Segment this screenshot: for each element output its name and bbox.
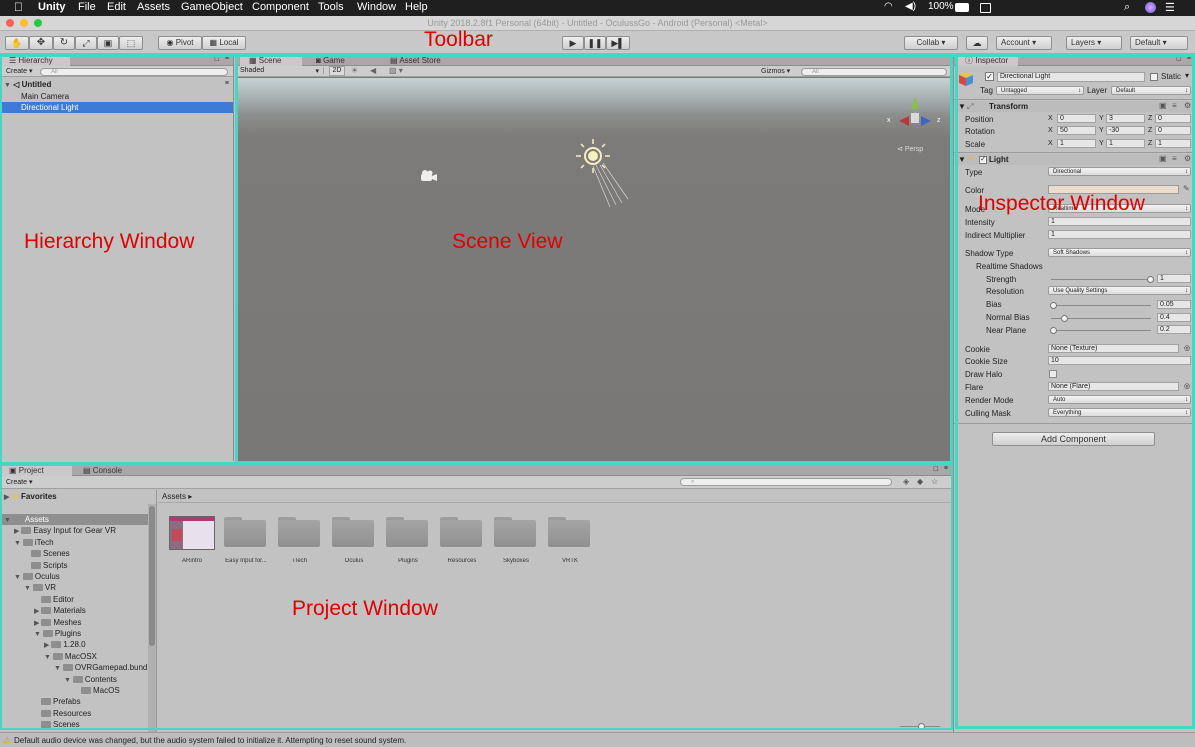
pivot-label: Pivot xyxy=(175,38,194,47)
menu-help[interactable]: Help xyxy=(405,1,428,13)
window-title-bar: Unity 2018.2.8f1 Personal (64bit) - Unti… xyxy=(0,16,1195,31)
notification-center-icon[interactable]: ☰ xyxy=(1165,1,1175,14)
project-annotation: Project Window xyxy=(292,597,438,620)
account-dropdown[interactable]: Account ▾ xyxy=(996,36,1052,50)
transform-tool-icon[interactable]: ⬚ xyxy=(119,36,143,50)
toolbar: ✋ ✥ ↻ ⤢ ▣ ⬚ ◉ Pivot ▦ Local ▶ ❚❚ ▶▌ Coll… xyxy=(0,31,1195,55)
step-button[interactable]: ▶▌ xyxy=(606,36,630,50)
scale-tool-icon[interactable]: ⤢ xyxy=(75,36,97,50)
app-menu[interactable]: Unity xyxy=(38,1,66,13)
toolbar-annotation: Toolbar xyxy=(424,28,493,51)
macos-menu-bar:  Unity File Edit Assets GameObject Comp… xyxy=(0,0,1195,16)
scene-highlight-box xyxy=(235,54,953,464)
layout-label: Default xyxy=(1135,38,1161,47)
hierarchy-highlight-box xyxy=(0,54,237,464)
status-bar[interactable]: ⚠ Default audio device was changed, but … xyxy=(0,732,1195,747)
rotate-tool-icon[interactable]: ↻ xyxy=(53,36,75,50)
hierarchy-annotation: Hierarchy Window xyxy=(24,230,195,253)
move-tool-icon[interactable]: ✥ xyxy=(29,36,53,50)
warning-icon: ⚠ xyxy=(3,735,12,745)
pivot-icon: ◉ xyxy=(166,38,176,47)
pause-button[interactable]: ❚❚ xyxy=(584,36,606,50)
hand-tool-icon[interactable]: ✋ xyxy=(5,36,29,50)
inspector-highlight-box xyxy=(955,54,1195,729)
menu-window[interactable]: Window xyxy=(357,1,396,13)
local-icon: ▦ xyxy=(209,38,220,47)
scene-annotation: Scene View xyxy=(452,230,563,253)
status-message: Default audio device was changed, but th… xyxy=(14,736,407,745)
window-title: Unity 2018.2.8f1 Personal (64bit) - Unti… xyxy=(427,18,768,28)
inspector-annotation: Inspector Window xyxy=(978,192,1145,215)
menu-gameobject[interactable]: GameObject xyxy=(181,1,243,13)
menu-edit[interactable]: Edit xyxy=(107,1,126,13)
battery-percent: 100% xyxy=(928,1,954,12)
calendar-icon[interactable] xyxy=(980,3,991,13)
layers-label: Layers xyxy=(1071,38,1096,47)
rect-tool-icon[interactable]: ▣ xyxy=(97,36,119,50)
layout-dropdown[interactable]: Default ▾ xyxy=(1130,36,1188,50)
siri-icon[interactable] xyxy=(1145,2,1156,13)
account-label: Account xyxy=(1001,38,1030,47)
menu-assets[interactable]: Assets xyxy=(137,1,170,13)
menu-file[interactable]: File xyxy=(78,1,96,13)
local-label: Local xyxy=(219,38,239,47)
local-toggle[interactable]: ▦ Local xyxy=(202,36,246,50)
layers-dropdown[interactable]: Layers ▾ xyxy=(1066,36,1122,50)
play-button[interactable]: ▶ xyxy=(562,36,584,50)
pivot-toggle[interactable]: ◉ Pivot xyxy=(158,36,202,50)
cloud-icon[interactable]: ☁ xyxy=(966,36,988,50)
collab-label: Collab ▾ xyxy=(916,38,946,47)
spotlight-search-icon[interactable]: ⌕ xyxy=(1124,1,1130,14)
wifi-icon[interactable]: ◠ xyxy=(884,1,893,12)
project-highlight-box xyxy=(0,464,953,730)
battery-icon[interactable] xyxy=(955,3,969,12)
apple-icon[interactable]:  xyxy=(14,0,23,14)
menu-tools[interactable]: Tools xyxy=(318,1,344,13)
menu-component[interactable]: Component xyxy=(252,1,309,13)
volume-icon[interactable]: ◀) xyxy=(905,1,916,12)
collab-button[interactable]: Collab ▾ xyxy=(904,36,958,50)
